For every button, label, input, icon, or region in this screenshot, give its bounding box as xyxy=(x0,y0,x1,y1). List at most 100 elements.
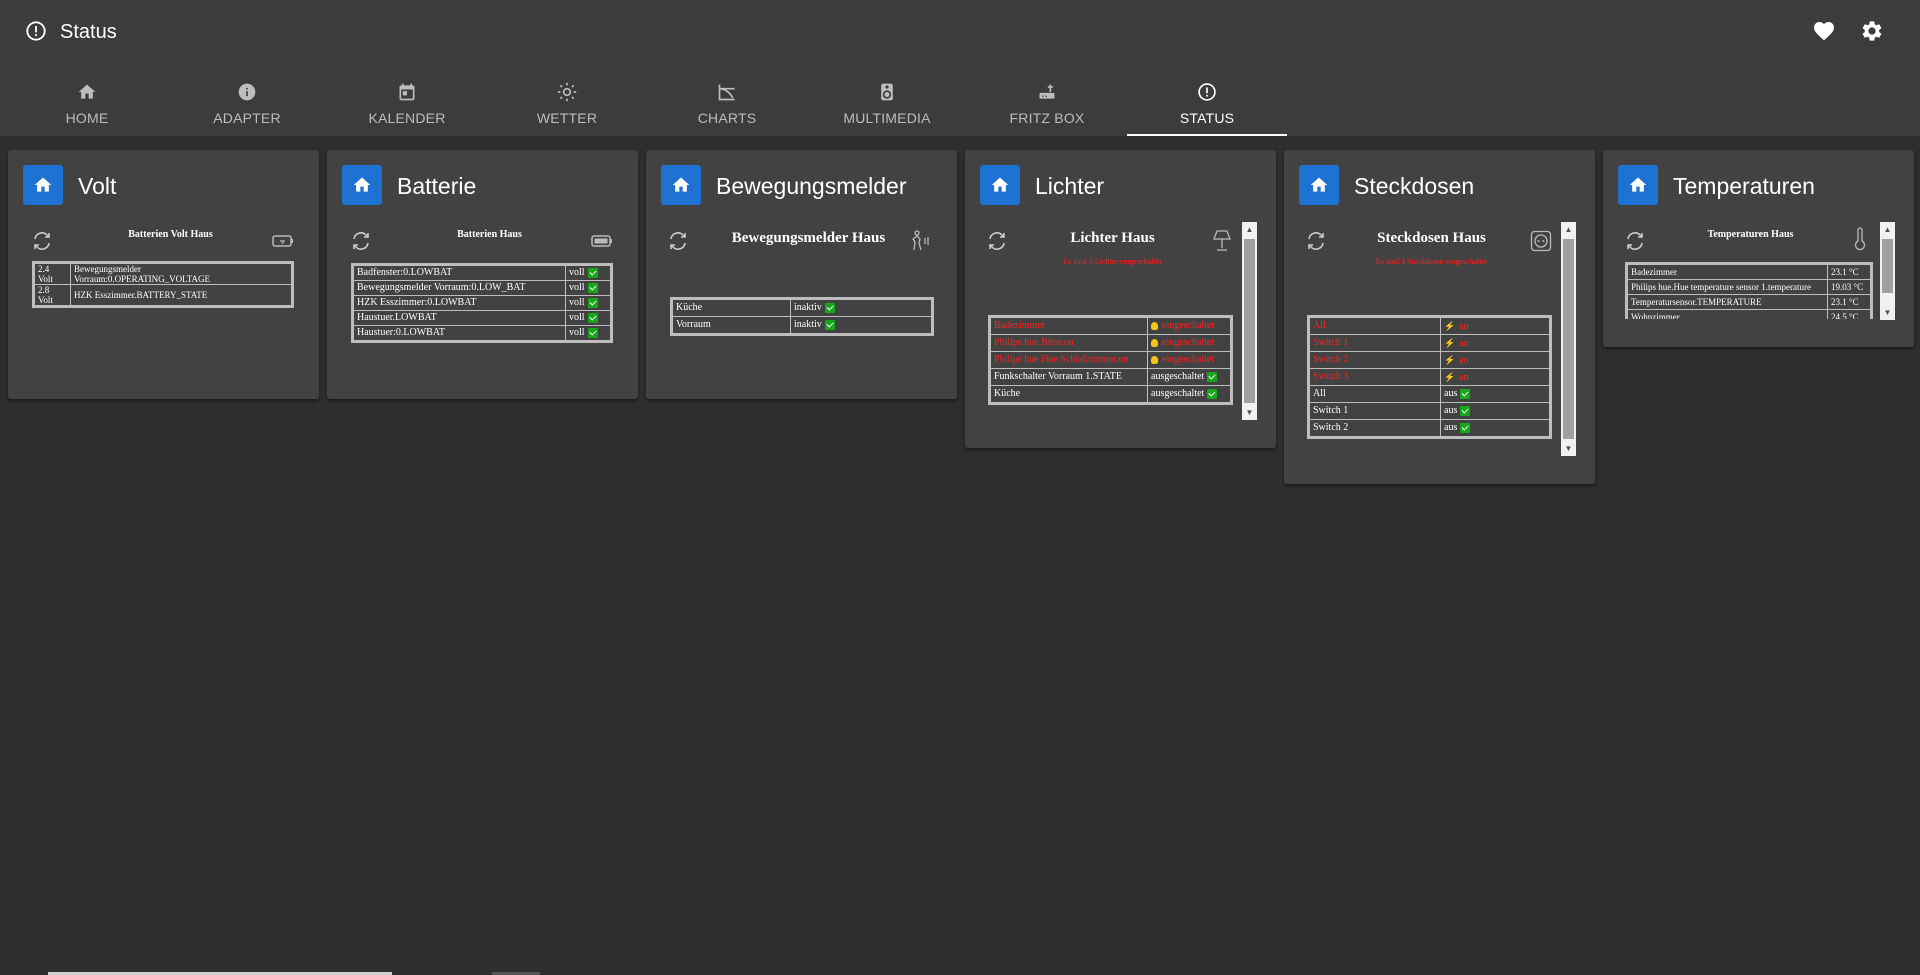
home-button[interactable] xyxy=(23,165,63,205)
table-row: Wohnzimmer 24.5 °C xyxy=(1626,309,1872,319)
socket-name: Switch 2 xyxy=(1308,351,1441,369)
scroll-thumb[interactable] xyxy=(1244,239,1255,403)
refresh-icon[interactable] xyxy=(30,229,54,253)
calendar-icon xyxy=(399,83,415,101)
home-button[interactable] xyxy=(1299,165,1339,205)
state-text: voll xyxy=(569,327,585,338)
widget-title: Steckdosen Haus xyxy=(1377,230,1486,246)
temperature-value: 19.03 °C xyxy=(1827,279,1872,295)
battery-charging-icon xyxy=(272,235,293,247)
chart-icon xyxy=(718,84,735,101)
scrollbar[interactable]: ▲ ▼ xyxy=(1242,222,1257,420)
scroll-up-arrow[interactable]: ▲ xyxy=(1880,222,1895,237)
tab-label: ADAPTER xyxy=(213,110,281,126)
lightning-icon: ⚡ xyxy=(1444,371,1456,382)
table-row: Philips hue.Hue temperature sensor 1.tem… xyxy=(1626,279,1872,295)
table-row: All ⚡ an xyxy=(1308,316,1551,335)
table-row: Temperatursensor.TEMPERATURE 23.1 °C xyxy=(1626,294,1872,310)
checkmark-icon xyxy=(1207,388,1218,399)
scrollbar[interactable]: ▲ ▼ xyxy=(1880,222,1895,320)
thermometer-icon xyxy=(1854,227,1866,251)
home-button[interactable] xyxy=(661,165,701,205)
tab-wetter[interactable]: WETTER xyxy=(487,72,647,136)
battery-full-icon xyxy=(591,235,612,247)
speaker-icon xyxy=(881,83,893,101)
scroll-up-arrow[interactable]: ▲ xyxy=(1561,222,1576,237)
checkmark-icon xyxy=(587,282,598,293)
tab-home[interactable]: HOME xyxy=(7,72,167,136)
lichter-table: Badezimmer eingeschaltet Philips hue.Büro… xyxy=(988,315,1233,405)
checkmark-icon xyxy=(1460,422,1471,433)
home-button[interactable] xyxy=(1618,165,1658,205)
card-lichter: Lichter Lichter Haus Es sind 3 Lichter e… xyxy=(965,150,1276,448)
light-name: Funkschalter Vorraum 1.STATE xyxy=(989,368,1148,386)
state-text: aus xyxy=(1444,405,1458,416)
tab-status[interactable]: STATUS xyxy=(1127,72,1287,136)
home-icon xyxy=(1629,177,1647,192)
refresh-icon[interactable] xyxy=(349,229,373,253)
table-row: Philips hue.Hue Schlafzimmer.on eingescha… xyxy=(989,351,1232,369)
widget-title: Bewegungsmelder Haus xyxy=(731,230,886,246)
scroll-down-arrow[interactable]: ▼ xyxy=(1561,441,1576,456)
sensor-name: Küche xyxy=(671,298,791,317)
volt-value: 2.4 xyxy=(38,264,50,274)
widget-title: Lichter Haus xyxy=(1070,230,1155,246)
lightbulb-icon xyxy=(1151,355,1158,364)
state-text: an xyxy=(1459,354,1469,366)
refresh-icon[interactable] xyxy=(1623,229,1647,253)
state-text: aus xyxy=(1444,388,1458,399)
tab-adapter[interactable]: ADAPTER xyxy=(167,72,327,136)
tab-label: FRITZ BOX xyxy=(1009,110,1085,126)
scroll-down-arrow[interactable]: ▼ xyxy=(1880,305,1895,320)
home-button[interactable] xyxy=(342,165,382,205)
active-tab-indicator xyxy=(1127,134,1287,136)
heart-icon[interactable] xyxy=(1812,19,1836,43)
home-icon xyxy=(353,177,371,192)
table-row: Küche inaktiv xyxy=(671,298,933,317)
table-row: Haustuer:0.LOWBAT voll xyxy=(352,325,612,342)
light-name: Badezimmer xyxy=(989,316,1148,335)
home-icon xyxy=(78,84,96,99)
steckdosen-table: All ⚡ an Switch 1 ⚡ an Switch 2 ⚡ an Switch 3 ⚡… xyxy=(1307,315,1552,439)
table-row: Badezimmer eingeschaltet xyxy=(989,316,1232,335)
widget-subtitle: Es sind 4 Steckdosen eingeschaltet xyxy=(1375,257,1488,266)
scroll-thumb[interactable] xyxy=(1563,239,1574,439)
tab-charts[interactable]: CHARTS xyxy=(647,72,807,136)
sensor-name-cont: Vorraum:0.OPERATING_VOLTAGE xyxy=(74,274,211,284)
sensor-name: Bewegungsmelder xyxy=(74,264,141,274)
checkmark-icon xyxy=(1460,405,1471,416)
volt-table: 2.4 Volt Bewegungsmelder Vorraum:0.OPERATI… xyxy=(32,261,294,308)
home-button[interactable] xyxy=(980,165,1020,205)
tab-label: CHARTS xyxy=(697,110,757,126)
light-name: Philips hue.Hue Schlafzimmer.on xyxy=(989,351,1148,369)
temperature-value: 23.1 °C xyxy=(1827,263,1872,280)
page-title: Status xyxy=(60,21,117,43)
tab-multimedia[interactable]: MULTIMEDIA xyxy=(807,72,967,136)
gear-icon[interactable] xyxy=(1860,19,1884,43)
scrollbar[interactable]: ▲ ▼ xyxy=(1561,222,1576,456)
sensor-name: Badfenster:0.LOWBAT xyxy=(352,264,566,281)
refresh-icon[interactable] xyxy=(666,229,690,253)
tab-fritzbox[interactable]: FRITZ BOX xyxy=(967,72,1127,136)
widget-title: Batterien Haus xyxy=(457,229,522,240)
scroll-thumb[interactable] xyxy=(1882,239,1893,293)
state-text: eingeschaltet xyxy=(1162,320,1215,331)
tab-kalender[interactable]: KALENDER xyxy=(327,72,487,136)
home-icon xyxy=(991,177,1009,192)
table-row: Funkschalter Vorraum 1.STATE ausgeschalte… xyxy=(989,368,1232,386)
power-socket-icon xyxy=(1530,230,1552,252)
refresh-icon[interactable] xyxy=(985,229,1009,253)
scroll-up-arrow[interactable]: ▲ xyxy=(1242,222,1257,237)
sensor-name: Haustuer.LOWBAT xyxy=(352,310,566,326)
card-steckdosen: Steckdosen Steckdosen Haus Es sind 4 Ste… xyxy=(1284,150,1595,484)
refresh-icon[interactable] xyxy=(1304,229,1328,253)
bewegung-table: Küche inaktiv Vorraum inaktiv xyxy=(670,297,934,336)
state-text: aus xyxy=(1444,422,1458,433)
sensor-name: Wohnzimmer xyxy=(1626,309,1828,319)
temperaturen-viewport[interactable]: Badezimmer 23.1 °C Philips hue.Hue temper… xyxy=(1625,262,1875,319)
checkmark-icon xyxy=(1460,388,1471,399)
scroll-down-arrow[interactable]: ▼ xyxy=(1242,405,1257,420)
state-text: inaktiv xyxy=(794,302,822,313)
checkmark-icon xyxy=(587,297,598,308)
light-name: Küche xyxy=(989,385,1148,404)
